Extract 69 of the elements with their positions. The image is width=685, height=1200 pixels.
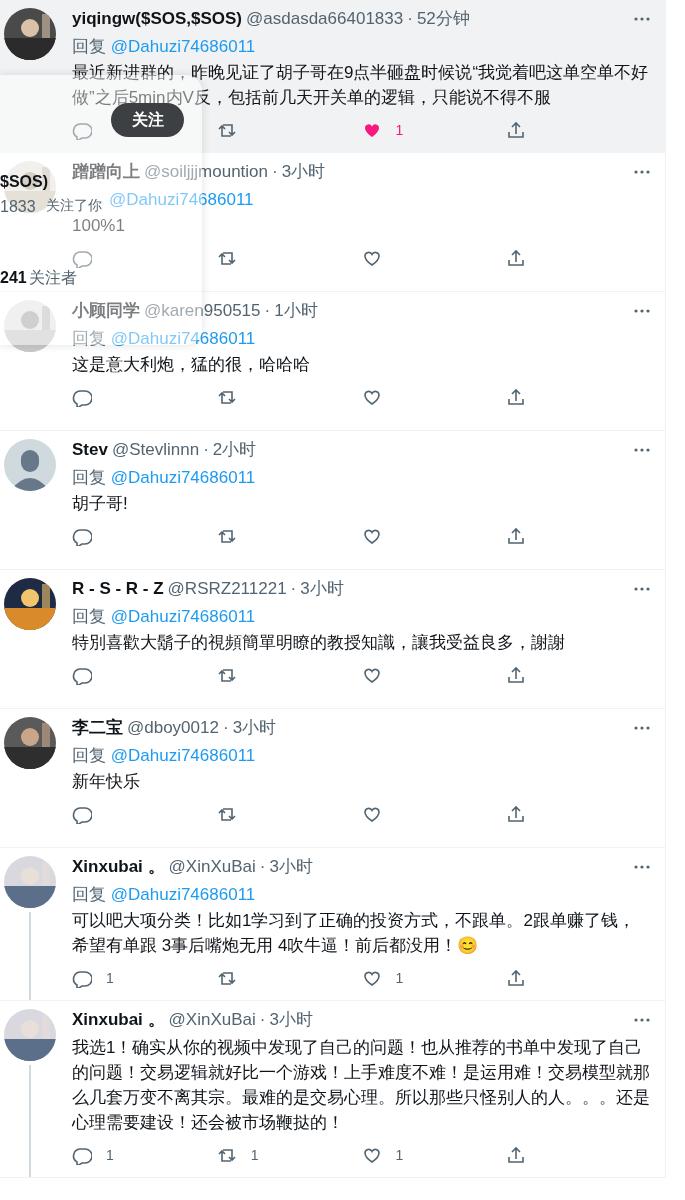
reply-icon[interactable] <box>72 1145 92 1165</box>
user-handle[interactable]: @asdasda66401833 <box>246 6 404 32</box>
share-icon[interactable] <box>506 248 527 268</box>
reply-count: 1 <box>106 1145 114 1165</box>
reply-icon[interactable] <box>72 968 92 988</box>
share-icon[interactable] <box>506 968 527 988</box>
user-handle[interactable]: @XinXuBai <box>168 854 256 880</box>
user-name[interactable]: Xinxubai 。 <box>72 1007 165 1033</box>
reply-icon[interactable] <box>72 804 92 824</box>
reply-label: 回复 <box>72 885 106 904</box>
tweet-text: 我选1！确实从你的视频中发现了自己的问题！也从推荐的书单中发现了自己的问题！交易逻辑就好比一个游戏！上手难度不难！是运用难！交易模型就那么几套万变不离其宗。最难的是交易心理。所以那些只怪别人的人。。。还是心理需要建设！还会被市场鞭挞的！ <box>72 1037 651 1134</box>
separator-dot: · <box>203 439 209 462</box>
reply-icon[interactable] <box>72 665 92 685</box>
reply-label: 回复 <box>72 468 106 487</box>
timestamp: 3小时 <box>281 161 326 184</box>
share-icon[interactable] <box>506 387 527 407</box>
timestamp: 52分钟 <box>416 8 470 31</box>
user-handle[interactable]: @dboy0012 <box>127 715 219 741</box>
reply-label: 回复 <box>72 329 106 348</box>
timestamp: 3小时 <box>300 578 344 601</box>
tweet-text: 新年快乐 <box>72 771 141 793</box>
followers-count: 241 <box>0 268 27 288</box>
timestamp: 3小时 <box>269 1009 313 1032</box>
tweet-text: 可以吧大项分类！比如1学习到了正确的投资方式，不跟单。2跟单赚了钱，希望有单跟 3事后嘴炮无用 4吹牛逼！前后都没用！😊 <box>72 910 636 957</box>
follows-you-label: 关注了你 <box>46 196 102 215</box>
timestamp: 3小时 <box>269 856 313 879</box>
user-handle[interactable]: @RSRZ211221 <box>167 576 287 602</box>
share-icon[interactable] <box>506 526 527 546</box>
tweet-text: 胡子哥! <box>72 493 129 515</box>
separator-dot: · <box>259 1009 266 1032</box>
reply-icon[interactable] <box>72 526 92 546</box>
timestamp: 1小时 <box>274 300 318 323</box>
reply-label: 回复 <box>72 37 106 56</box>
separator-dot: · <box>259 856 266 879</box>
profile-name: $SOS) <box>0 172 48 192</box>
separator-dot: · <box>264 300 271 323</box>
reply-icon[interactable] <box>72 387 92 407</box>
user-name[interactable]: yiqingw($SOS,$SOS) <box>72 6 243 32</box>
user-name[interactable]: 李二宝 <box>72 715 123 741</box>
reply-label: 回复 <box>72 607 106 626</box>
retweet-count: 1 <box>250 1145 259 1165</box>
share-icon[interactable] <box>506 120 527 140</box>
like-count: 1 <box>395 120 404 140</box>
separator-dot: · <box>222 717 229 740</box>
reply-count: 1 <box>106 968 114 988</box>
like-count: 1 <box>395 1145 404 1165</box>
user-name[interactable]: R - S - R - Z <box>72 576 164 602</box>
user-name[interactable]: 小顾同学 <box>72 298 140 324</box>
user-name[interactable]: Stev <box>72 437 108 463</box>
timestamp: 2小时 <box>212 439 257 462</box>
separator-dot: · <box>290 578 297 601</box>
user-handle[interactable]: @XinXuBai <box>168 1007 256 1033</box>
user-handle[interactable]: @karen950515 <box>144 298 261 324</box>
share-icon[interactable] <box>506 665 527 685</box>
user-handle[interactable]: @Stevlinnn <box>111 437 200 463</box>
followers-label: 关注者 <box>29 268 77 288</box>
share-icon[interactable] <box>506 804 527 824</box>
tweet-text: 这是意大利炮，猛的很，哈哈哈 <box>72 354 311 376</box>
timestamp: 3小时 <box>232 717 277 740</box>
profile-handle: 1833 <box>0 197 36 217</box>
share-icon[interactable] <box>506 1145 527 1165</box>
user-name[interactable]: Xinxubai 。 <box>72 854 165 880</box>
reply-label: 回复 <box>72 746 106 765</box>
separator-dot: · <box>407 8 413 31</box>
tweet-text: 100%1 <box>72 215 126 237</box>
user-name[interactable]: 蹭蹭向上 <box>72 159 140 185</box>
tweet-text: 特別喜歡大鬍子的視頻簡單明瞭的教授知識，讓我受益良多，謝謝 <box>72 632 566 654</box>
separator-dot: · <box>272 161 278 184</box>
like-count: 1 <box>395 968 404 988</box>
